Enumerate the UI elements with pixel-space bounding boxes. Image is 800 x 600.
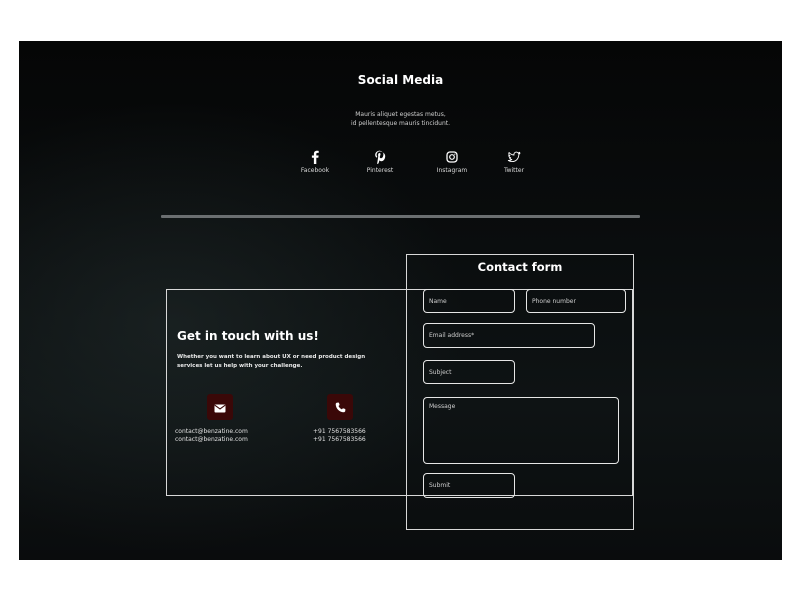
social-links: Facebook Pinterest Instagram Twitter [19, 149, 782, 181]
phone-number-input[interactable] [526, 289, 626, 313]
name-input[interactable] [423, 289, 515, 313]
social-label: Pinterest [366, 167, 394, 174]
facebook-icon [285, 149, 345, 165]
touch-description-line: Whether you want to learn about UX or ne… [177, 354, 366, 360]
social-description-line: Mauris aliquet egestas metus, [355, 111, 446, 118]
social-media-title: Social Media [357, 73, 444, 87]
message-textarea[interactable] [423, 397, 619, 464]
email-icon-button[interactable] [207, 394, 233, 420]
instagram-icon [422, 149, 482, 165]
social-label: Twitter [503, 167, 525, 174]
phone-icon [335, 398, 346, 417]
social-label: Facebook [300, 167, 330, 174]
mail-icon [214, 398, 226, 417]
social-media-description: Mauris aliquet egestas metus, id pellent… [19, 110, 782, 128]
get-in-touch-title: Get in touch with us! [177, 329, 319, 343]
page-canvas: Social Media Mauris aliquet egestas metu… [19, 41, 782, 560]
subject-input[interactable] [423, 360, 515, 384]
section-divider [161, 215, 640, 218]
email-address: contact@benzatine.com [175, 428, 248, 435]
social-label: Instagram [436, 167, 468, 174]
touch-description-line: services let us help with your challenge… [177, 363, 303, 369]
phone-number: +91 7567583566 [313, 436, 366, 443]
social-description-line: id pellentesque mauris tincidunt. [350, 120, 451, 127]
email-address: contact@benzatine.com [175, 436, 248, 443]
social-link-twitter[interactable]: Twitter [484, 149, 544, 174]
contact-form-title: Contact form [477, 260, 563, 274]
submit-button[interactable]: Submit [423, 473, 515, 498]
twitter-icon [484, 149, 544, 165]
social-link-instagram[interactable]: Instagram [422, 149, 482, 174]
get-in-touch-description: Whether you want to learn about UX or ne… [177, 353, 365, 371]
social-link-pinterest[interactable]: Pinterest [350, 149, 410, 174]
phone-contact-lines: +91 7567583566 +91 7567583566 [313, 428, 366, 444]
email-contact-lines: contact@benzatine.com contact@benzatine.… [175, 428, 248, 444]
social-link-facebook[interactable]: Facebook [285, 149, 345, 174]
phone-icon-button[interactable] [327, 394, 353, 420]
pinterest-icon [350, 149, 410, 165]
phone-number: +91 7567583566 [313, 428, 366, 435]
email-address-input[interactable] [423, 323, 595, 348]
